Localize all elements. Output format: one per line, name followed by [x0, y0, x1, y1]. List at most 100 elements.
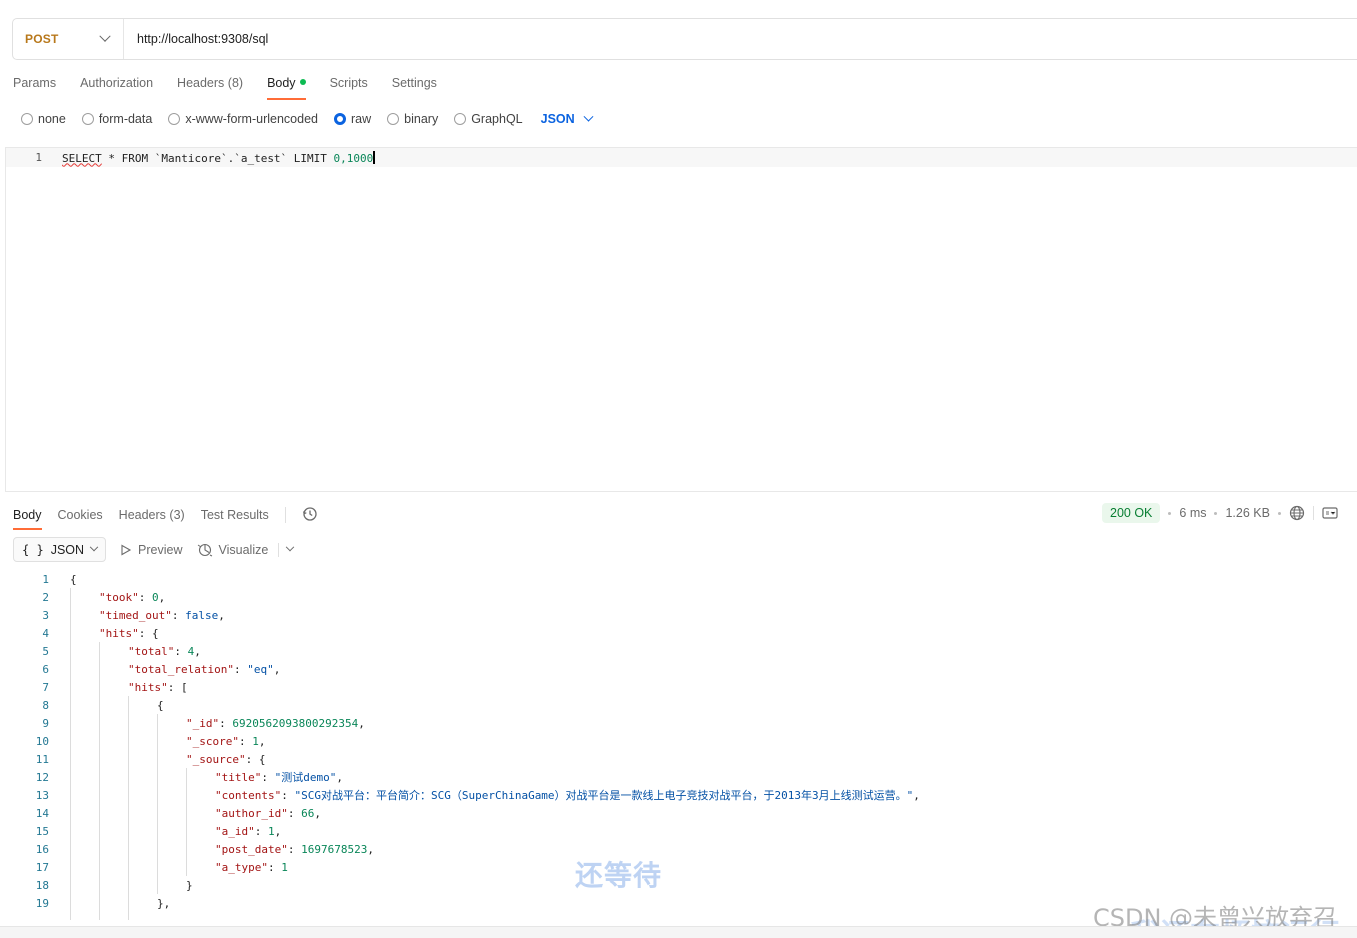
- code-token: "contents": [215, 789, 282, 802]
- code-token: :: [267, 860, 282, 874]
- status-badge[interactable]: 200 OK: [1102, 503, 1161, 523]
- code-line: 15 "a_id": 1,: [0, 822, 1357, 840]
- tab-params[interactable]: Params: [13, 74, 56, 100]
- code-line: 13 "contents": "SCG对战平台：平台简介：SCG（SuperChi…: [0, 786, 1357, 804]
- globe-icon[interactable]: [1289, 505, 1305, 521]
- divider: [284, 507, 286, 523]
- request-body-editor[interactable]: 1 SELECT * FROM `Manticore`.`a_test` LIM…: [5, 147, 1357, 492]
- request-tabs: Params Authorization Headers (8) Body Sc…: [13, 74, 437, 100]
- tab-authorization[interactable]: Authorization: [80, 74, 153, 100]
- visualize-button[interactable]: Visualize: [197, 542, 268, 558]
- code-token: ,: [258, 734, 266, 748]
- code-line: 11 "_source": {: [0, 750, 1357, 768]
- method-select[interactable]: POST: [13, 19, 124, 59]
- code-token: "SCG对战平台：平台简介：SCG（SuperChinaGame）对战平台是一款…: [294, 789, 914, 802]
- radio-circle[interactable]: [21, 113, 33, 125]
- code-token: :: [171, 608, 186, 622]
- code-token: "hits": [99, 626, 139, 640]
- history-icon[interactable]: [302, 506, 318, 522]
- tab-response-headers[interactable]: Headers (3): [119, 506, 185, 530]
- preview-button[interactable]: Preview: [120, 543, 183, 557]
- code-text: }: [186, 879, 193, 892]
- code-token: "hits": [128, 680, 168, 694]
- code-token: ,: [218, 608, 225, 622]
- radio-form-data[interactable]: form-data: [81, 112, 152, 126]
- body-type-options: none form-data x-www-form-urlencoded raw…: [21, 110, 594, 128]
- code-text: {: [157, 699, 164, 712]
- tab-headers[interactable]: Headers (8): [177, 74, 243, 100]
- code-token: : {: [245, 752, 266, 766]
- code-line: 7 "hits": [: [0, 678, 1357, 696]
- code-line: 6 "total_relation": "eq",: [0, 660, 1357, 678]
- code-token: ,: [158, 590, 166, 604]
- code-line: 10 "_score": 1,: [0, 732, 1357, 750]
- line-number: 9: [42, 716, 49, 730]
- code-token: },: [157, 896, 171, 910]
- code-token: 6920562093800292354: [232, 716, 359, 730]
- code-text: "a_type": 1: [215, 861, 288, 874]
- sql-limit-value: 0,1000: [333, 151, 374, 165]
- code-token: "total": [128, 644, 175, 658]
- code-token: "_score": [186, 734, 239, 748]
- radio-circle[interactable]: [168, 113, 181, 125]
- code-token: 1: [268, 824, 275, 838]
- code-text: "_source": {: [186, 753, 265, 766]
- code-line: 16 "post_date": 1697678523,: [0, 840, 1357, 858]
- code-text: "total_relation": "eq",: [128, 663, 280, 676]
- radio-circle[interactable]: [454, 113, 467, 125]
- line-number: 3: [42, 608, 49, 622]
- body-format-select[interactable]: JSON: [541, 111, 594, 126]
- response-body-viewer[interactable]: 1{2 "took": 0, 3 "timed_out": false, 4 "hits"…: [0, 570, 1357, 912]
- chevron-down-icon[interactable]: [286, 542, 295, 551]
- tab-scripts[interactable]: Scripts: [330, 74, 368, 100]
- save-response-icon[interactable]: [1322, 505, 1338, 521]
- code-token: "post_date": [215, 842, 288, 856]
- code-token: "took": [99, 590, 139, 604]
- tab-settings[interactable]: Settings: [392, 74, 437, 100]
- url-input[interactable]: http://localhost:9308/sql: [124, 32, 268, 46]
- code-text: "hits": [: [128, 681, 188, 694]
- line-number: 16: [35, 842, 49, 856]
- radio-circle[interactable]: [387, 113, 400, 125]
- tab-test-results[interactable]: Test Results: [201, 506, 269, 530]
- code-token: :: [287, 806, 302, 820]
- code-token: "a_id": [215, 824, 255, 838]
- code-token: :: [238, 734, 253, 748]
- radio-raw[interactable]: raw: [334, 112, 371, 126]
- editor-code[interactable]: SELECT * FROM `Manticore`.`a_test` LIMIT…: [48, 150, 375, 165]
- code-token: 1: [281, 860, 288, 874]
- tab-cookies[interactable]: Cookies: [58, 506, 103, 530]
- chevron-down-icon: [99, 30, 111, 42]
- radio-graphql[interactable]: GraphQL: [454, 112, 523, 126]
- code-token: "测试demo": [274, 771, 337, 784]
- radio-none[interactable]: none: [21, 112, 66, 126]
- line-number: 13: [35, 788, 49, 802]
- line-number: 2: [42, 590, 49, 604]
- code-text: "total": 4,: [128, 645, 201, 658]
- radio-circle[interactable]: [81, 113, 94, 125]
- code-token: "_source": [186, 752, 246, 766]
- code-token: :: [281, 789, 295, 802]
- radio-binary[interactable]: binary: [387, 112, 438, 126]
- code-text: "timed_out": false,: [99, 609, 225, 622]
- radio-urlencoded[interactable]: x-www-form-urlencoded: [168, 112, 318, 126]
- code-line: 14 "author_id": 66,: [0, 804, 1357, 822]
- format-select[interactable]: { } JSON: [13, 537, 107, 562]
- response-meta: 200 OK 6 ms 1.26 KB: [1102, 503, 1338, 523]
- tab-body[interactable]: Body: [267, 74, 306, 100]
- code-token: ,: [358, 716, 365, 730]
- code-token: "timed_out": [99, 608, 172, 622]
- line-number: 6: [42, 662, 49, 676]
- tab-response-body[interactable]: Body: [13, 506, 42, 530]
- code-line: 1{: [0, 570, 1357, 588]
- code-line: 5 "total": 4,: [0, 642, 1357, 660]
- code-token: :: [233, 662, 248, 676]
- line-number: 8: [42, 698, 49, 712]
- chevron-down-icon: [89, 542, 99, 551]
- code-token: ,: [194, 644, 201, 658]
- radio-circle-checked[interactable]: [334, 113, 346, 125]
- response-time[interactable]: 6 ms: [1179, 506, 1206, 520]
- play-icon: [121, 544, 132, 555]
- code-text: "a_id": 1,: [215, 825, 281, 838]
- response-size[interactable]: 1.26 KB: [1225, 506, 1269, 520]
